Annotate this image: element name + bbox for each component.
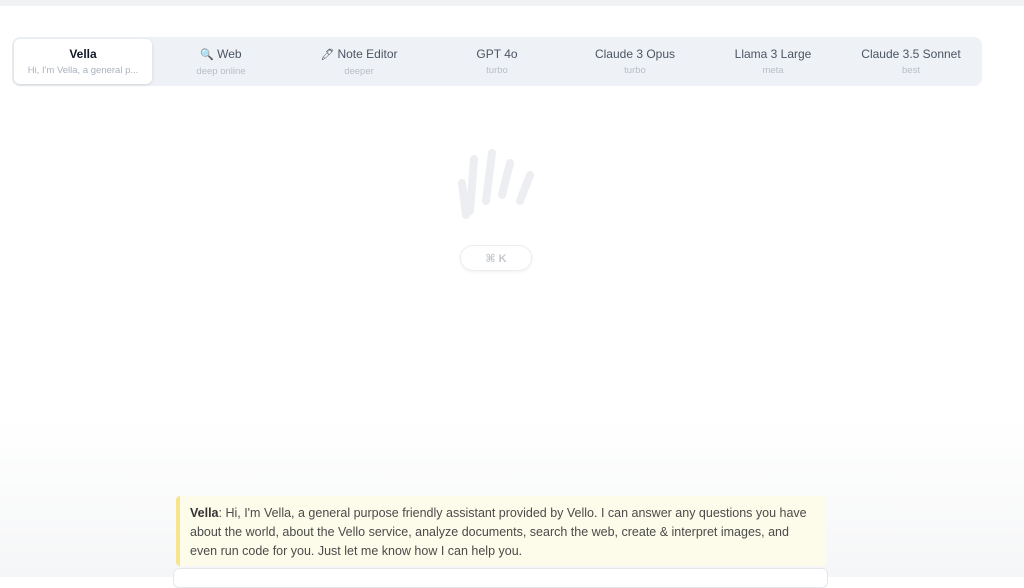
tab-label: Claude 3.5 Sonnet — [861, 47, 961, 61]
tab-note-editor[interactable]: 🖊 Note Editor deeper — [290, 39, 428, 84]
tab-claude-3-5-sonnet[interactable]: Claude 3.5 Sonnet best — [842, 39, 980, 84]
tab-label: Claude 3 Opus — [594, 47, 676, 61]
magnifier-icon: 🔍 — [200, 48, 215, 61]
command-k-shortcut[interactable]: ⌘ K — [460, 245, 532, 271]
tab-web[interactable]: 🔍 Web deep online — [152, 39, 290, 84]
tab-llama-3-large[interactable]: Llama 3 Large meta — [704, 39, 842, 84]
tab-subtitle: best — [902, 65, 920, 76]
message-sender: Vella — [190, 506, 219, 520]
tab-label: Llama 3 Large — [734, 47, 812, 61]
message-text: : Hi, I'm Vella, a general purpose frien… — [190, 506, 807, 558]
waving-hand-icon — [458, 149, 534, 219]
pencil-icon: 🖊 — [320, 48, 335, 61]
tab-label-text: Web — [217, 46, 242, 61]
chat-input[interactable] — [173, 568, 828, 588]
tab-label: GPT 4o — [476, 47, 518, 61]
tab-subtitle: turbo — [624, 65, 646, 76]
tab-gpt-4o[interactable]: GPT 4o turbo — [428, 39, 566, 84]
tab-claude-3-opus[interactable]: Claude 3 Opus turbo — [566, 39, 704, 84]
welcome-message: Vella: Hi, I'm Vella, a general purpose … — [176, 496, 826, 566]
tab-label-text: Note Editor — [337, 46, 398, 61]
tab-label: Vella — [69, 47, 97, 61]
tab-subtitle: deep online — [196, 65, 246, 77]
tab-subtitle: deeper — [344, 65, 374, 77]
top-strip — [0, 0, 1024, 6]
tab-label: 🖊 Note Editor — [321, 46, 398, 63]
tab-subtitle: meta — [762, 65, 784, 76]
tab-label: 🔍 Web — [200, 46, 241, 63]
tab-subtitle: Hi, I'm Vella, a general p... — [27, 65, 139, 76]
tab-subtitle: turbo — [486, 65, 508, 76]
tab-vella[interactable]: Vella Hi, I'm Vella, a general p... — [14, 39, 152, 84]
assistant-tab-bar: Vella Hi, I'm Vella, a general p... 🔍 Web… — [12, 37, 982, 86]
